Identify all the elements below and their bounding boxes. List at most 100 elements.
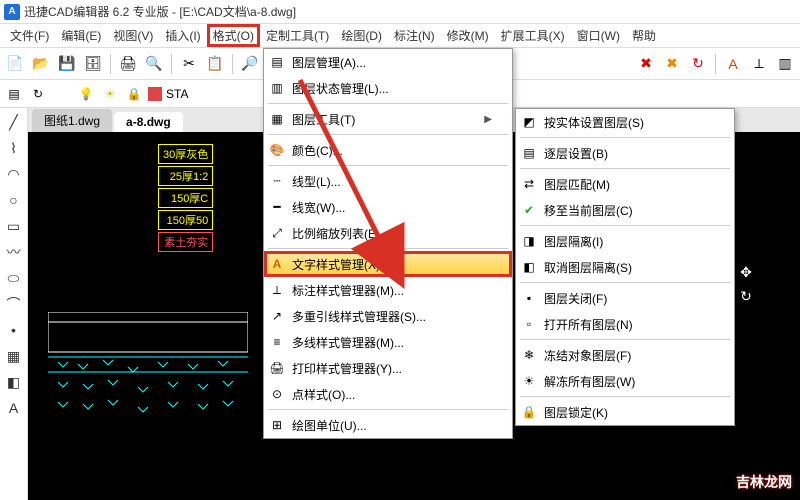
- sun-icon[interactable]: ☀: [100, 84, 120, 104]
- menu-edit[interactable]: 编辑(E): [55, 25, 107, 46]
- dimstyle-icon[interactable]: ⟂: [748, 53, 770, 75]
- plotstyle-icon: 🖨: [268, 359, 286, 377]
- menu-layer-state[interactable]: ▥图层状态管理(L)...: [264, 75, 512, 101]
- dimension-labels: 30厚灰色 25厚1:2 150厚C 150厚50 素土夯实: [158, 144, 213, 252]
- save-icon[interactable]: 💾: [56, 53, 78, 75]
- dim-label: 150厚50: [158, 210, 213, 230]
- rect-tool-icon[interactable]: ▭: [4, 216, 24, 236]
- refresh-icon[interactable]: ↻: [687, 53, 709, 75]
- rotate-icon[interactable]: ↻: [736, 286, 756, 306]
- menu-window[interactable]: 窗口(W): [571, 25, 626, 46]
- label: 图层隔离(I): [544, 233, 603, 250]
- submenu-freeze[interactable]: ❄冻结对象图层(F): [516, 342, 734, 368]
- menu-custom[interactable]: 定制工具(T): [260, 25, 335, 46]
- find-icon[interactable]: 🔎: [239, 53, 261, 75]
- textstyle-icon[interactable]: A: [722, 53, 744, 75]
- pointstyle-icon: ⊙: [268, 385, 286, 403]
- dim-label: 25厚1:2: [158, 166, 213, 186]
- match-icon: ⇄: [520, 175, 538, 193]
- polyline-tool-icon[interactable]: ⌇: [4, 138, 24, 158]
- submenu-isolate[interactable]: ◨图层隔离(I): [516, 228, 734, 254]
- menu-scale[interactable]: ⤢比例缩放列表(E)...: [264, 220, 512, 246]
- submenu-match[interactable]: ⇄ 图层匹配(M): [516, 171, 734, 197]
- label: 图层匹配(M): [544, 176, 610, 193]
- label: 多重引线样式管理器(S)...: [292, 308, 426, 325]
- saveall-icon[interactable]: 🗄: [82, 53, 104, 75]
- freeze-icon: ❄: [520, 346, 538, 364]
- submenu-by-layer[interactable]: ▤逐层设置(B): [516, 140, 734, 166]
- menu-help[interactable]: 帮助: [626, 25, 662, 46]
- label: 图层关闭(F): [544, 290, 607, 307]
- submenu-all-on[interactable]: ▫打开所有图层(N): [516, 311, 734, 337]
- label: 图层管理(A)...: [292, 54, 366, 71]
- menu-modify[interactable]: 修改(M): [441, 25, 495, 46]
- hatch-tool-icon[interactable]: ▦: [4, 346, 24, 366]
- right-tool-palette: ✥ ↻: [736, 262, 764, 306]
- menu-units[interactable]: ⊞绘图单位(U)...: [264, 412, 512, 438]
- menu-text-style[interactable]: A文字样式管理(X)...: [264, 251, 512, 277]
- tab-doc2[interactable]: a-8.dwg: [114, 112, 183, 132]
- layer-prop-icon[interactable]: ▤: [4, 84, 24, 104]
- label: 比例缩放列表(E)...: [292, 225, 390, 242]
- ellipsearc-tool-icon[interactable]: ⌒: [4, 294, 24, 314]
- layer-tools-submenu: ◩按实体设置图层(S) ▤逐层设置(B) ⇄ 图层匹配(M) ✔移至当前图层(C)…: [515, 108, 735, 426]
- dim-label: 150厚C: [158, 188, 213, 208]
- menu-mleader[interactable]: ↗多重引线样式管理器(S)...: [264, 303, 512, 329]
- tab-doc1[interactable]: 图纸1.dwg: [32, 109, 112, 132]
- x-orange-icon[interactable]: ✖: [661, 53, 683, 75]
- menu-plot-style[interactable]: 🖨打印样式管理器(Y)...: [264, 355, 512, 381]
- layer-name-label: STA: [166, 87, 188, 101]
- point-tool-icon[interactable]: •: [4, 320, 24, 340]
- menu-ext[interactable]: 扩展工具(X): [495, 25, 571, 46]
- units-icon: ⊞: [268, 416, 286, 434]
- label: 点样式(O)...: [292, 386, 355, 403]
- region-tool-icon[interactable]: ◧: [4, 372, 24, 392]
- menu-color[interactable]: 🎨颜色(C)...: [264, 137, 512, 163]
- layerstate-icon: ▥: [268, 79, 286, 97]
- menu-mline[interactable]: ≡ 多线样式管理器(M)...: [264, 329, 512, 355]
- submenu-thaw[interactable]: ☀解冻所有图层(W): [516, 368, 734, 394]
- mline-icon: ≡: [268, 333, 286, 351]
- menu-annotate[interactable]: 标注(N): [388, 25, 441, 46]
- menu-file[interactable]: 文件(F): [4, 25, 55, 46]
- menu-linetype[interactable]: ┄线型(L)...: [264, 168, 512, 194]
- menu-view[interactable]: 视图(V): [107, 25, 159, 46]
- copy-icon[interactable]: 📋: [204, 53, 226, 75]
- open-icon[interactable]: 📂: [30, 53, 52, 75]
- menu-layer-tools[interactable]: ▦图层工具(T)▶: [264, 106, 512, 132]
- menu-layer-manager[interactable]: ▤图层管理(A)...: [264, 49, 512, 75]
- submenu-off[interactable]: ▪图层关闭(F): [516, 285, 734, 311]
- lock-icon[interactable]: 🔒: [124, 84, 144, 104]
- submenu-move-current[interactable]: ✔移至当前图层(C): [516, 197, 734, 223]
- menu-lineweight[interactable]: ━线宽(W)...: [264, 194, 512, 220]
- label: 多线样式管理器(M)...: [292, 334, 404, 351]
- x-red-icon[interactable]: ✖: [635, 53, 657, 75]
- submenu-lock[interactable]: 🔒图层锁定(K): [516, 399, 734, 425]
- cut-icon[interactable]: ✂: [178, 53, 200, 75]
- menu-insert[interactable]: 插入(I): [159, 25, 206, 46]
- label: 颜色(C)...: [292, 142, 343, 159]
- refresh2-icon[interactable]: ↻: [28, 84, 48, 104]
- new-icon[interactable]: 📄: [4, 53, 26, 75]
- menu-format[interactable]: 格式(O): [207, 24, 260, 47]
- left-tool-palette: ╱ ⌇ ◠ ○ ▭ 〰 ⬭ ⌒ • ▦ ◧ A: [0, 108, 28, 500]
- arc-tool-icon[interactable]: ◠: [4, 164, 24, 184]
- color-swatch-icon[interactable]: [148, 87, 162, 101]
- menu-dim-style[interactable]: ⟂标注样式管理器(M)...: [264, 277, 512, 303]
- bulb-icon[interactable]: 💡: [76, 84, 96, 104]
- line-tool-icon[interactable]: ╱: [4, 112, 24, 132]
- ellipse-tool-icon[interactable]: ⬭: [4, 268, 24, 288]
- move-icon[interactable]: ✥: [736, 262, 756, 282]
- submenu-unisolate[interactable]: ◧取消图层隔离(S): [516, 254, 734, 280]
- window-title: 迅捷CAD编辑器 6.2 专业版 - [E:\CAD文档\a-8.dwg]: [24, 3, 296, 20]
- submenu-by-entity[interactable]: ◩按实体设置图层(S): [516, 109, 734, 135]
- menu-point-style[interactable]: ⊙ 点样式(O)...: [264, 381, 512, 407]
- circle-tool-icon[interactable]: ○: [4, 190, 24, 210]
- spline-tool-icon[interactable]: 〰: [4, 242, 24, 262]
- text-tool-icon[interactable]: A: [4, 398, 24, 418]
- layers-icon[interactable]: ▥: [774, 53, 796, 75]
- menu-draw[interactable]: 绘图(D): [335, 25, 388, 46]
- lineweight-icon: ━: [268, 198, 286, 216]
- print-icon[interactable]: 🖨: [117, 53, 139, 75]
- preview-icon[interactable]: 🔍: [143, 53, 165, 75]
